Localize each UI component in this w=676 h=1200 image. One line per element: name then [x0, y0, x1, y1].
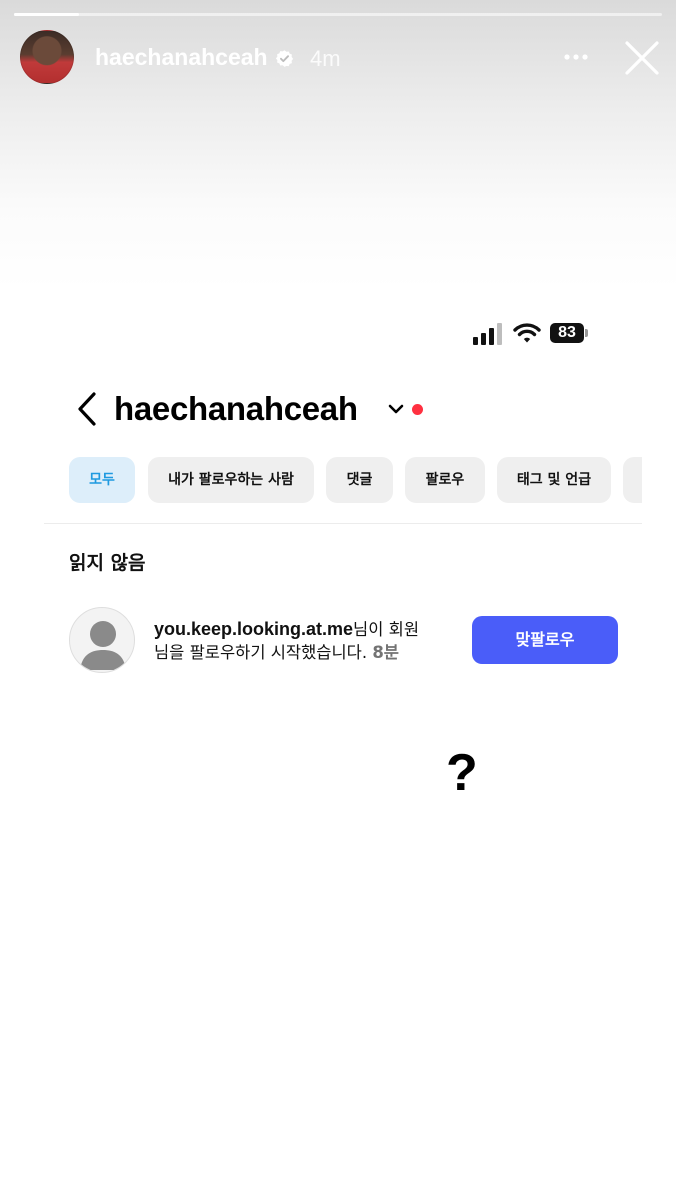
battery-indicator: 83 [550, 323, 584, 343]
filter-chip-follows[interactable]: 팔로우 [405, 457, 485, 503]
story-progress-bar [14, 13, 662, 16]
account-name[interactable]: haechanahceah [114, 390, 358, 428]
filter-chip-more[interactable] [623, 457, 642, 503]
filter-chip-tags-mentions[interactable]: 태그 및 언급 [497, 457, 611, 503]
profile-avatar[interactable] [20, 30, 74, 84]
notifications-screenshot: 83 haechanahceah 모두 내가 팔로우하는 사람 댓글 팔로우 태… [44, 292, 642, 1197]
chevron-left-icon[interactable] [74, 390, 100, 428]
notification-item[interactable]: you.keep.looking.at.me님이 회원 님을 팔로우하기 시작했… [44, 606, 642, 676]
more-horizontal-icon[interactable] [561, 42, 591, 72]
story-header: haechanahceah 4m [20, 30, 660, 86]
person-silhouette-icon [80, 621, 126, 670]
notification-message-2: 님을 팔로우하기 시작했습니다. [154, 643, 368, 662]
story-time: 4m [310, 46, 341, 71]
story-progress-fill [14, 13, 79, 16]
follow-back-button[interactable]: 맞팔로우 [472, 616, 618, 664]
unread-dot [412, 404, 423, 415]
divider [44, 523, 642, 524]
filter-chips: 모두 내가 팔로우하는 사람 댓글 팔로우 태그 및 언급 [69, 457, 642, 505]
notification-time: 8분 [372, 643, 399, 662]
filter-chip-all[interactable]: 모두 [69, 457, 135, 503]
section-title: 읽지 않음 [69, 552, 146, 574]
notification-text: you.keep.looking.at.me님이 회원 님을 팔로우하기 시작했… [154, 618, 454, 664]
status-bar: 83 [44, 292, 642, 376]
close-icon[interactable] [624, 40, 660, 76]
verified-badge-icon [275, 50, 294, 67]
filter-chip-following[interactable]: 내가 팔로우하는 사람 [148, 457, 314, 503]
notification-username[interactable]: you.keep.looking.at.me [154, 619, 353, 639]
notifications-header: haechanahceah [44, 382, 642, 442]
notification-message-1: 님이 회원 [353, 620, 420, 639]
question-mark-annotation: ? [446, 744, 478, 802]
wifi-icon [513, 323, 541, 343]
default-avatar-icon[interactable] [69, 607, 135, 673]
filter-chip-comments[interactable]: 댓글 [326, 457, 393, 503]
battery-cap [585, 329, 588, 337]
chevron-down-icon[interactable] [388, 402, 404, 416]
story-username[interactable]: haechanahceah [95, 44, 268, 71]
cellular-signal-icon [473, 323, 502, 345]
